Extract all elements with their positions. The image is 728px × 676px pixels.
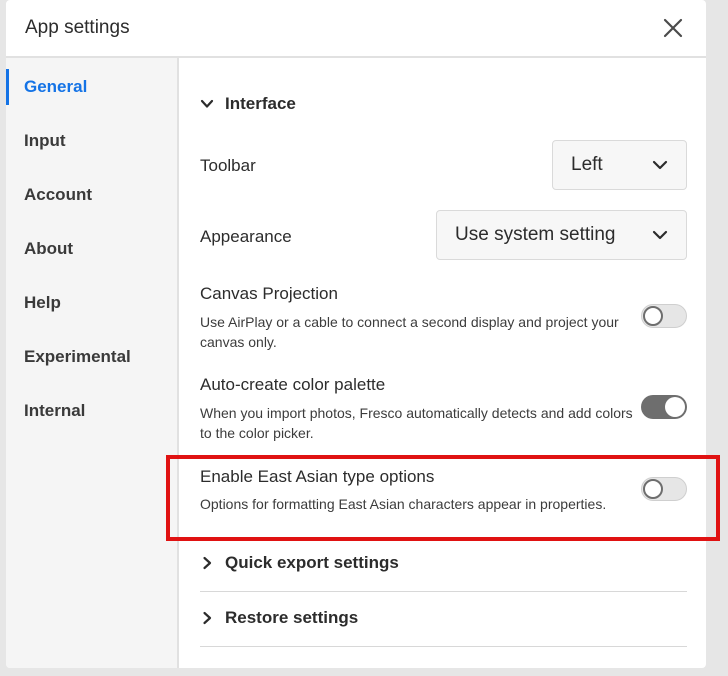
appearance-picker[interactable]: Use system setting xyxy=(436,210,687,260)
sidebar-item-account[interactable]: Account xyxy=(6,177,177,213)
close-button[interactable] xyxy=(662,17,684,39)
canvas-projection-description: Use AirPlay or a cable to connect a seco… xyxy=(200,314,619,350)
toolbar-picker-value: Left xyxy=(571,154,603,175)
close-icon xyxy=(663,18,683,38)
interface-section-title: Interface xyxy=(225,94,296,113)
sidebar-item-help[interactable]: Help xyxy=(6,285,177,321)
dialog-title: App settings xyxy=(25,17,130,38)
quick-export-section-title: Quick export settings xyxy=(225,553,399,572)
app-settings-dialog: App settings General Input Account About… xyxy=(6,0,706,668)
sidebar-item-about[interactable]: About xyxy=(6,231,177,267)
quick-export-section-toggle[interactable]: Quick export settings xyxy=(200,548,399,578)
sidebar-item-input[interactable]: Input xyxy=(6,123,177,159)
interface-section-toggle[interactable]: Interface xyxy=(200,89,296,119)
chevron-right-icon xyxy=(203,611,212,625)
highlight-box xyxy=(166,455,720,541)
canvas-projection-toggle[interactable] xyxy=(641,304,687,328)
section-divider xyxy=(200,591,687,592)
toolbar-label: Toolbar xyxy=(200,156,256,175)
settings-sidebar: General Input Account About Help Experim… xyxy=(6,58,179,668)
restore-section-title: Restore settings xyxy=(225,608,359,627)
chevron-down-icon xyxy=(200,99,214,108)
dialog-header: App settings xyxy=(6,0,706,58)
toggle-knob xyxy=(665,397,685,417)
chevron-down-icon xyxy=(652,230,668,240)
chevron-right-icon xyxy=(203,556,212,570)
sidebar-item-experimental[interactable]: Experimental xyxy=(6,339,177,375)
restore-section-toggle[interactable]: Restore settings xyxy=(200,603,358,633)
chevron-down-icon xyxy=(652,160,668,170)
sidebar-item-internal[interactable]: Internal xyxy=(6,393,177,429)
appearance-label: Appearance xyxy=(200,227,292,246)
auto-palette-toggle[interactable] xyxy=(641,395,687,419)
canvas-projection-label: Canvas Projection xyxy=(200,284,338,303)
appearance-picker-value: Use system setting xyxy=(455,224,616,245)
toggle-knob xyxy=(643,305,663,326)
settings-content: Interface Toolbar Left Appearance Use sy… xyxy=(181,58,706,668)
toolbar-picker[interactable]: Left xyxy=(552,140,687,190)
sidebar-item-general[interactable]: General xyxy=(6,69,177,105)
auto-palette-description: When you import photos, Fresco automatic… xyxy=(200,405,633,441)
section-divider xyxy=(200,646,687,647)
auto-palette-label: Auto-create color palette xyxy=(200,375,386,394)
